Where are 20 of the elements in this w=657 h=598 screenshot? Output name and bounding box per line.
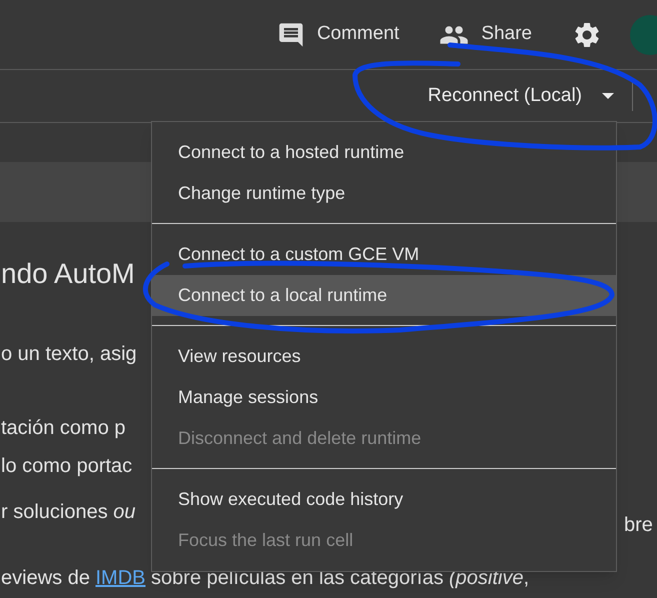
share-button[interactable]: Share xyxy=(439,20,532,50)
paragraph-text: tación como p xyxy=(1,416,127,440)
menu-item[interactable]: View resources xyxy=(152,336,616,377)
paragraph-text: bre xyxy=(624,513,653,537)
caret-icon xyxy=(602,93,614,99)
imdb-link[interactable]: IMDB xyxy=(96,567,146,589)
menu-item[interactable]: Manage sessions xyxy=(152,377,616,418)
menu-item[interactable]: Connect to a hosted runtime xyxy=(152,132,616,173)
paragraph-text: lo como portac xyxy=(1,454,134,478)
runtime-connect-button[interactable]: Reconnect (Local) xyxy=(428,82,622,110)
paragraph-text: eviews de IMDB sobre películas en las categorías (positive, xyxy=(1,566,530,590)
section-heading: ndo AutoM xyxy=(1,258,136,290)
comment-button[interactable]: Comment xyxy=(276,20,400,49)
paragraph-text: r soluciones ou xyxy=(1,500,137,524)
menu-item[interactable]: Connect to a custom GCE VM xyxy=(152,234,616,275)
comment-icon xyxy=(276,20,305,48)
menu-item[interactable]: Connect to a local runtime xyxy=(152,275,616,316)
menu-item[interactable]: Change runtime type xyxy=(152,173,616,214)
menu-item[interactable]: Show executed code history xyxy=(152,479,616,520)
paragraph-text: o un texto, asig xyxy=(1,342,138,366)
